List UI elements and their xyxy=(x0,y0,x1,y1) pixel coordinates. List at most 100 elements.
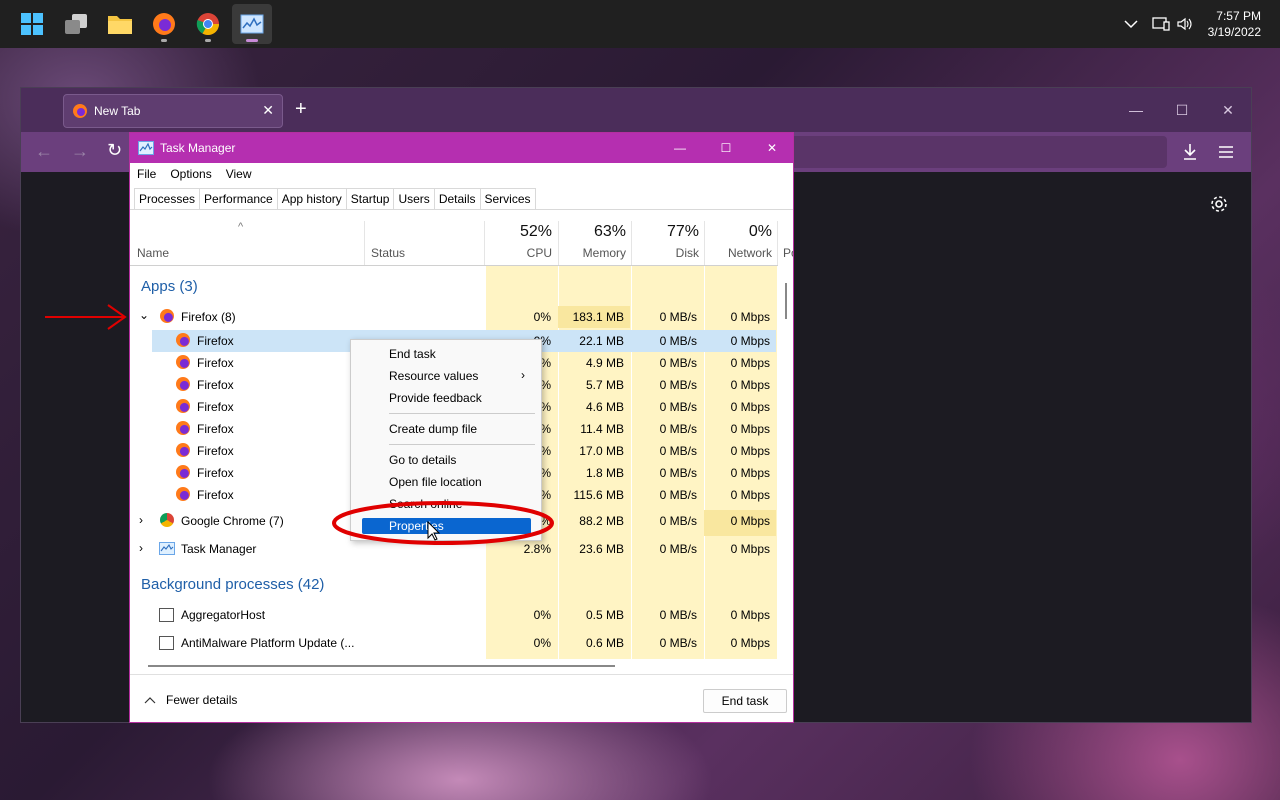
menu-item-label: Open file location xyxy=(389,475,482,489)
table-row[interactable]: AggregatorHost 0% 0.5 MB 0 MB/s 0 Mbps xyxy=(130,604,778,630)
tab-details[interactable]: Details xyxy=(433,188,481,210)
menu-item-resource-values[interactable]: Resource values › xyxy=(351,366,541,386)
network-value: 0 Mbps xyxy=(730,466,770,480)
network-value: 0 Mbps xyxy=(730,542,770,556)
url-bar[interactable] xyxy=(791,136,1167,168)
firefox-icon xyxy=(176,443,190,457)
memory-value: 0.6 MB xyxy=(585,636,624,650)
network-icon[interactable] xyxy=(1152,16,1170,32)
column-header-power[interactable]: Po xyxy=(778,221,793,265)
table-row[interactable]: AntiMalware Platform Update (... 0% 0.6 … xyxy=(130,632,778,658)
column-label-power: Po xyxy=(783,246,793,260)
minimize-icon[interactable]: — xyxy=(1113,88,1159,132)
menu-item-provide-feedback[interactable]: Provide feedback xyxy=(351,388,541,408)
column-header-network[interactable]: 0% Network xyxy=(705,221,778,265)
volume-icon[interactable] xyxy=(1176,16,1192,32)
vertical-scrollbar[interactable] xyxy=(785,283,787,319)
menu-item-properties[interactable]: Properties xyxy=(362,518,531,534)
fewer-details-button[interactable]: Fewer details xyxy=(144,693,237,707)
table-row[interactable]: ⌄ Firefox (8) 0% 183.1 MB 0 MB/s 0 Mbps xyxy=(130,306,778,328)
column-header-name[interactable]: Name xyxy=(130,221,364,265)
clock[interactable]: 7:57 PM 3/19/2022 xyxy=(1208,8,1261,40)
column-label-memory: Memory xyxy=(582,246,626,260)
file-explorer-button[interactable] xyxy=(100,4,140,44)
minimize-icon[interactable]: — xyxy=(657,133,703,163)
column-header-status[interactable]: Status xyxy=(365,221,485,265)
table-row[interactable]: › Task Manager 2.8% 23.6 MB 0 MB/s 0 Mbp… xyxy=(130,538,778,564)
chevron-down-icon[interactable]: ⌄ xyxy=(139,308,149,322)
network-value: 0 Mbps xyxy=(730,488,770,502)
menu-item-label: Go to details xyxy=(389,453,457,467)
menu-view[interactable]: View xyxy=(219,167,259,181)
gear-icon[interactable] xyxy=(1210,195,1228,213)
task-manager-icon xyxy=(240,14,264,34)
tab-services[interactable]: Services xyxy=(479,188,536,210)
close-icon[interactable]: ✕ xyxy=(1205,88,1251,132)
chevron-right-icon[interactable]: › xyxy=(139,541,143,555)
network-value: 0 Mbps xyxy=(730,356,770,370)
end-task-button[interactable]: End task xyxy=(703,689,787,713)
disk-value: 0 MB/s xyxy=(659,310,697,324)
memory-value: 1.8 MB xyxy=(585,466,624,480)
menu-item-search-online[interactable]: Search online xyxy=(351,494,541,514)
menu-icon[interactable] xyxy=(1218,145,1234,159)
process-name: Firefox xyxy=(197,400,234,414)
menu-item-end-task[interactable]: End task xyxy=(351,344,541,364)
download-icon[interactable] xyxy=(1182,143,1198,161)
maximize-icon[interactable]: ☐ xyxy=(1159,88,1205,132)
tab-close-icon[interactable]: ✕ xyxy=(262,102,274,119)
chevron-right-icon: › xyxy=(521,368,525,382)
browser-tab-bar: New Tab ✕ + — ☐ ✕ xyxy=(21,88,1251,132)
start-button[interactable] xyxy=(12,4,52,44)
network-value: 0 Mbps xyxy=(730,334,770,348)
horizontal-scrollbar[interactable] xyxy=(148,665,615,667)
disk-value: 0 MB/s xyxy=(659,542,697,556)
task-manager-icon xyxy=(138,141,154,155)
menu-item-open-file-location[interactable]: Open file location xyxy=(351,472,541,492)
reload-icon[interactable]: ↻ xyxy=(107,140,122,161)
cpu-value: 0% xyxy=(533,636,551,650)
chevron-up-icon[interactable] xyxy=(1124,19,1138,29)
network-value: 0 Mbps xyxy=(730,608,770,622)
process-name: Firefox xyxy=(197,488,234,502)
column-header-cpu[interactable]: 52% CPU xyxy=(485,221,558,265)
tab-app-history[interactable]: App history xyxy=(276,188,347,210)
cpu-value: 0% xyxy=(533,608,551,622)
disk-value: 0 MB/s xyxy=(659,466,697,480)
browser-tab-new-tab[interactable]: New Tab ✕ xyxy=(63,94,283,128)
menu-item-go-to-details[interactable]: Go to details xyxy=(351,450,541,470)
column-header-memory[interactable]: 63% Memory xyxy=(559,221,632,265)
tab-startup[interactable]: Startup xyxy=(345,188,395,210)
new-tab-button[interactable]: + xyxy=(295,98,307,121)
process-name: Firefox xyxy=(197,378,234,392)
firefox-taskbar-button[interactable] xyxy=(144,4,184,44)
task-manager-taskbar-button[interactable] xyxy=(232,4,272,44)
menu-file[interactable]: File xyxy=(130,167,163,181)
menu-item-create-dump-file[interactable]: Create dump file xyxy=(351,419,541,439)
forward-icon[interactable]: → xyxy=(71,141,89,162)
menu-options[interactable]: Options xyxy=(163,167,218,181)
tab-processes[interactable]: Processes xyxy=(134,188,201,210)
process-name: AggregatorHost xyxy=(181,608,266,622)
running-indicator xyxy=(161,39,167,42)
tab-performance[interactable]: Performance xyxy=(199,188,278,210)
app-window-icon xyxy=(159,608,174,622)
close-icon[interactable]: ✕ xyxy=(749,133,795,163)
tab-users[interactable]: Users xyxy=(393,188,435,210)
firefox-icon xyxy=(73,104,87,118)
chevron-right-icon[interactable]: › xyxy=(139,513,143,527)
chrome-taskbar-button[interactable] xyxy=(188,4,228,44)
clock-time: 7:57 PM xyxy=(1216,9,1261,23)
chrome-icon xyxy=(196,13,219,35)
menu-item-label: End task xyxy=(389,347,436,361)
maximize-icon[interactable]: ☐ xyxy=(703,133,749,163)
firefox-icon xyxy=(160,309,174,323)
column-header-disk[interactable]: 77% Disk xyxy=(632,221,705,265)
menu-item-label: Provide feedback xyxy=(389,391,482,405)
disk-value: 0 MB/s xyxy=(659,400,697,414)
cpu-value: 2.8% xyxy=(523,542,551,556)
menu-separator xyxy=(389,413,535,414)
task-manager-titlebar[interactable]: Task Manager — ☐ ✕ xyxy=(130,133,793,163)
back-icon[interactable]: ← xyxy=(35,141,53,162)
task-view-button[interactable] xyxy=(56,4,96,44)
